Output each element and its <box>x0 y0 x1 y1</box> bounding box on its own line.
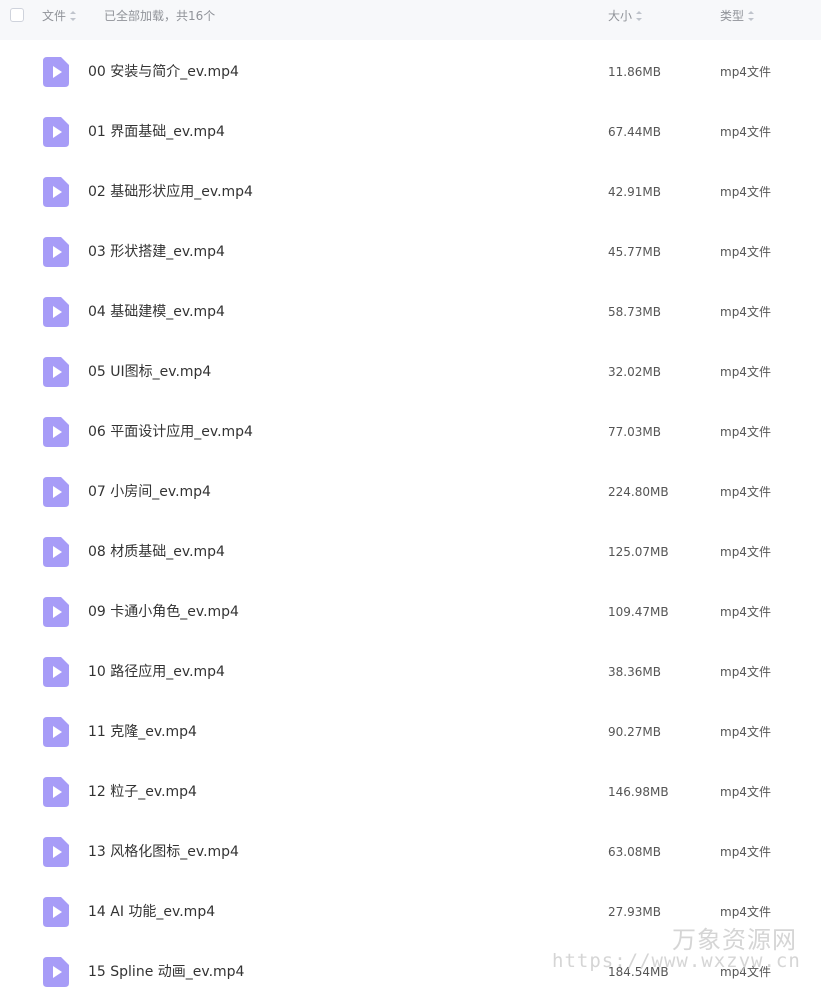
file-type: mp4文件 <box>720 425 771 439</box>
video-file-icon <box>43 837 69 867</box>
file-type: mp4文件 <box>720 365 771 379</box>
file-row[interactable]: 13 风格化图标_ev.mp4 63.08MB mp4文件 <box>0 820 821 880</box>
file-row[interactable]: 05 UI图标_ev.mp4 32.02MB mp4文件 <box>0 340 821 400</box>
file-size: 109.47MB <box>608 605 669 619</box>
file-type: mp4文件 <box>720 725 771 739</box>
video-file-icon <box>43 417 69 447</box>
file-size: 11.86MB <box>608 65 661 79</box>
column-header-type[interactable]: 类型 <box>720 8 755 24</box>
file-type: mp4文件 <box>720 65 771 79</box>
video-file-icon <box>43 57 69 87</box>
video-file-icon <box>43 177 69 207</box>
file-name[interactable]: 08 材质基础_ev.mp4 <box>88 543 225 561</box>
file-name[interactable]: 11 克隆_ev.mp4 <box>88 723 197 741</box>
file-name[interactable]: 15 Spline 动画_ev.mp4 <box>88 963 244 981</box>
video-file-icon <box>43 597 69 627</box>
column-header-name[interactable]: 文件 <box>42 8 77 24</box>
video-file-icon <box>43 117 69 147</box>
file-row[interactable]: 08 材质基础_ev.mp4 125.07MB mp4文件 <box>0 520 821 580</box>
file-name[interactable]: 13 风格化图标_ev.mp4 <box>88 843 239 861</box>
column-header-type-label: 类型 <box>720 9 745 23</box>
file-row[interactable]: 04 基础建模_ev.mp4 58.73MB mp4文件 <box>0 280 821 340</box>
sort-icon[interactable] <box>636 11 643 21</box>
file-row[interactable]: 02 基础形状应用_ev.mp4 42.91MB mp4文件 <box>0 160 821 220</box>
file-size: 146.98MB <box>608 785 669 799</box>
video-file-icon <box>43 657 69 687</box>
column-header-size[interactable]: 大小 <box>608 8 643 24</box>
file-size: 45.77MB <box>608 245 661 259</box>
video-file-icon <box>43 717 69 747</box>
video-file-icon <box>43 957 69 987</box>
column-header-name-label: 文件 <box>42 9 67 23</box>
file-type: mp4文件 <box>720 845 771 859</box>
file-type: mp4文件 <box>720 605 771 619</box>
video-file-icon <box>43 357 69 387</box>
sort-icon[interactable] <box>748 11 755 21</box>
video-file-icon <box>43 477 69 507</box>
file-size: 224.80MB <box>608 485 669 499</box>
file-size: 63.08MB <box>608 845 661 859</box>
file-type: mp4文件 <box>720 905 771 919</box>
video-file-icon <box>43 897 69 927</box>
file-name[interactable]: 09 卡通小角色_ev.mp4 <box>88 603 239 621</box>
file-size: 90.27MB <box>608 725 661 739</box>
file-row[interactable]: 11 克隆_ev.mp4 90.27MB mp4文件 <box>0 700 821 760</box>
sort-icon[interactable] <box>70 11 77 21</box>
file-row[interactable]: 01 界面基础_ev.mp4 67.44MB mp4文件 <box>0 100 821 160</box>
watermark-url: https://www.wxzyw.cn <box>552 950 801 972</box>
video-file-icon <box>43 297 69 327</box>
video-file-icon <box>43 537 69 567</box>
file-type: mp4文件 <box>720 665 771 679</box>
file-name[interactable]: 04 基础建模_ev.mp4 <box>88 303 225 321</box>
file-name[interactable]: 10 路径应用_ev.mp4 <box>88 663 225 681</box>
file-type: mp4文件 <box>720 545 771 559</box>
file-row[interactable]: 09 卡通小角色_ev.mp4 109.47MB mp4文件 <box>0 580 821 640</box>
file-size: 42.91MB <box>608 185 661 199</box>
file-type: mp4文件 <box>720 185 771 199</box>
file-size: 38.36MB <box>608 665 661 679</box>
file-name[interactable]: 07 小房间_ev.mp4 <box>88 483 211 501</box>
file-type: mp4文件 <box>720 785 771 799</box>
file-name[interactable]: 12 粒子_ev.mp4 <box>88 783 197 801</box>
video-file-icon <box>43 777 69 807</box>
file-row[interactable]: 00 安装与简介_ev.mp4 11.86MB mp4文件 <box>0 40 821 100</box>
file-size: 77.03MB <box>608 425 661 439</box>
file-name[interactable]: 06 平面设计应用_ev.mp4 <box>88 423 253 441</box>
file-type: mp4文件 <box>720 485 771 499</box>
file-type: mp4文件 <box>720 125 771 139</box>
column-header-size-label: 大小 <box>608 9 633 23</box>
file-size: 27.93MB <box>608 905 661 919</box>
file-row[interactable]: 07 小房间_ev.mp4 224.80MB mp4文件 <box>0 460 821 520</box>
file-name[interactable]: 02 基础形状应用_ev.mp4 <box>88 183 253 201</box>
file-size: 125.07MB <box>608 545 669 559</box>
file-row[interactable]: 06 平面设计应用_ev.mp4 77.03MB mp4文件 <box>0 400 821 460</box>
file-size: 58.73MB <box>608 305 661 319</box>
file-name[interactable]: 01 界面基础_ev.mp4 <box>88 123 225 141</box>
file-list-header: 文件 已全部加载，共16个 大小 类型 <box>0 0 821 40</box>
file-row[interactable]: 03 形状搭建_ev.mp4 45.77MB mp4文件 <box>0 220 821 280</box>
file-name[interactable]: 05 UI图标_ev.mp4 <box>88 363 211 381</box>
loaded-count-text: 已全部加载，共16个 <box>104 9 216 23</box>
file-size: 32.02MB <box>608 365 661 379</box>
file-name[interactable]: 00 安装与简介_ev.mp4 <box>88 63 239 81</box>
file-row[interactable]: 12 粒子_ev.mp4 146.98MB mp4文件 <box>0 760 821 820</box>
file-type: mp4文件 <box>720 305 771 319</box>
file-name[interactable]: 14 AI 功能_ev.mp4 <box>88 903 215 921</box>
video-file-icon <box>43 237 69 267</box>
file-row[interactable]: 10 路径应用_ev.mp4 38.36MB mp4文件 <box>0 640 821 700</box>
file-name[interactable]: 03 形状搭建_ev.mp4 <box>88 243 225 261</box>
select-all-checkbox[interactable] <box>10 8 24 22</box>
file-type: mp4文件 <box>720 245 771 259</box>
file-size: 67.44MB <box>608 125 661 139</box>
file-list: 00 安装与简介_ev.mp4 11.86MB mp4文件 01 界面基础_ev.mp… <box>0 40 821 1000</box>
